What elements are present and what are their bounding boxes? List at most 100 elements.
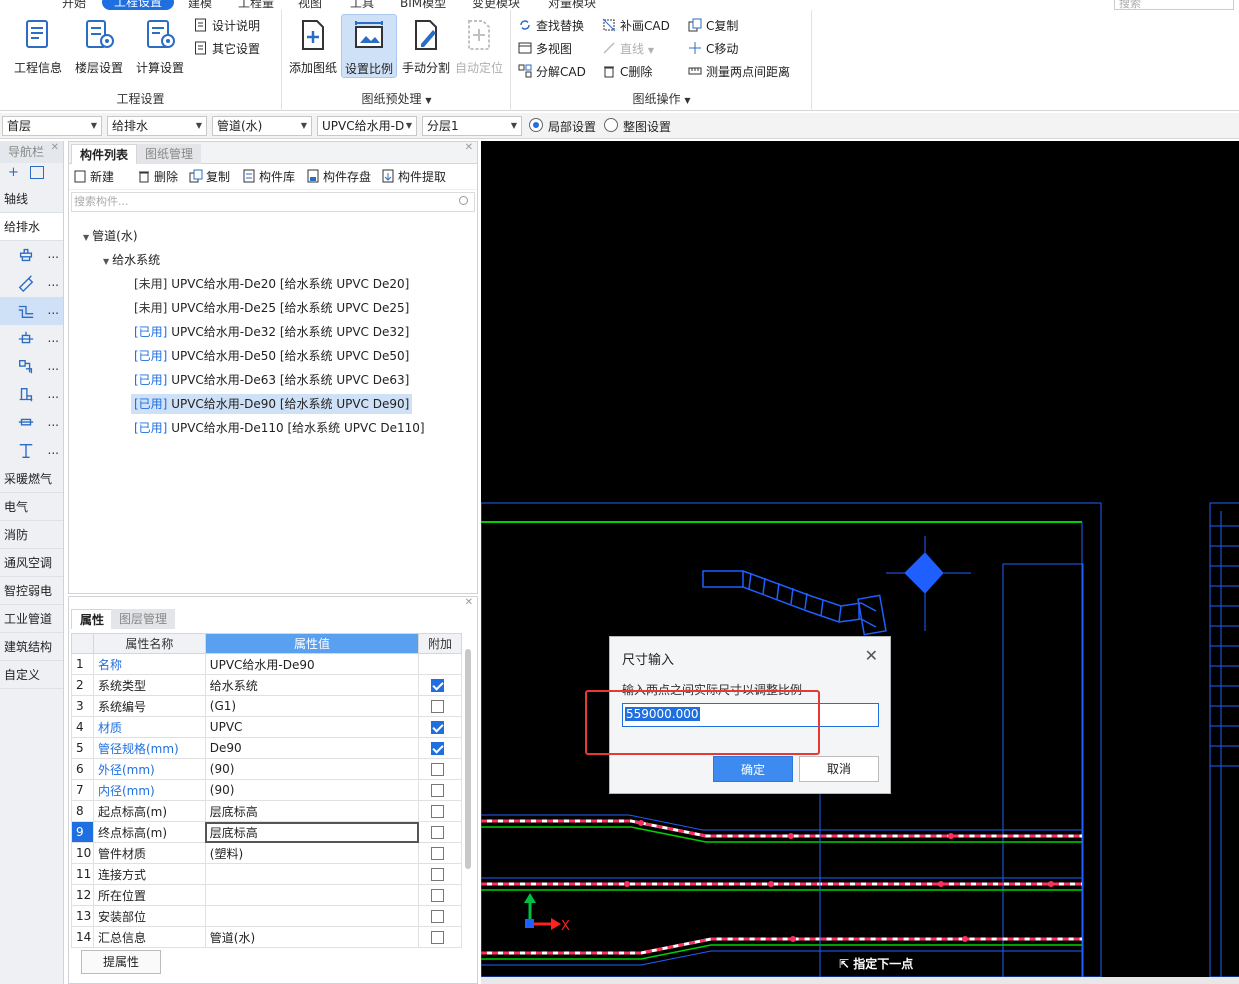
extra-checkbox[interactable] [431, 784, 445, 797]
more-icon[interactable]: ... [48, 331, 59, 345]
project-info-button[interactable]: 工程信息 [10, 14, 66, 78]
property-row[interactable]: 3 系统编号 (G1) [71, 695, 462, 717]
cancel-button[interactable]: 取消 [799, 756, 879, 782]
tab-drawing-management[interactable]: 图纸管理 [137, 144, 202, 164]
other-settings-button[interactable]: 其它设置 [194, 39, 260, 59]
new-component-button[interactable]: 新建 [73, 168, 114, 185]
group-label-drawing-preprocess[interactable]: 图纸预处理 ▼ [283, 90, 510, 107]
expand-icon[interactable]: ▼ [103, 257, 109, 266]
multi-view-button[interactable]: 多视图 [518, 39, 572, 59]
nav-category-2[interactable]: 消防 [0, 521, 63, 549]
nav-category-5[interactable]: 工业管道 [0, 605, 63, 633]
nav-category-plumbing[interactable]: 给排水 [0, 213, 63, 241]
property-row[interactable]: 6 外径(mm) (90) [71, 758, 462, 780]
property-value[interactable]: UPVC [204, 716, 420, 738]
tab-project-settings[interactable]: 工程设置 [102, 0, 175, 10]
tree-node-water-system[interactable]: ▼ 给水系统 [103, 250, 160, 270]
discipline-select[interactable]: 给排水 ▼ [107, 116, 207, 136]
extra-checkbox[interactable] [431, 700, 445, 713]
line-button[interactable]: 直线 ▼ [602, 39, 654, 59]
extra-checkbox[interactable] [431, 868, 445, 881]
extract-component-button[interactable]: 构件提取 [381, 168, 446, 185]
property-value[interactable]: De90 [204, 737, 420, 759]
global-search-input[interactable]: 搜索 [1114, 0, 1234, 10]
type-select[interactable]: 管道(水) ▼ [212, 116, 312, 136]
extra-checkbox[interactable] [431, 805, 445, 818]
calc-settings-button[interactable]: 计算设置 [132, 14, 188, 78]
tab-quantity[interactable]: 工程量 [238, 0, 274, 10]
component-list-item[interactable]: [已用] UPVC给水用-De90 [给水系统 UPVC De90] [131, 394, 413, 414]
tab-view[interactable]: 视图 [298, 0, 322, 10]
edit-icon[interactable] [30, 166, 44, 179]
auto-locate-button[interactable]: 自动定位 [451, 14, 507, 78]
expand-icon[interactable]: ▼ [83, 233, 89, 242]
add-drawing-button[interactable]: 添加图纸 [285, 14, 341, 78]
property-value[interactable]: (塑料) [204, 842, 420, 864]
redraw-cad-button[interactable]: 补画CAD [602, 16, 670, 36]
component-list-item[interactable]: [已用] UPVC给水用-De32 [给水系统 UPVC De32] [131, 322, 412, 342]
tab-modeling[interactable]: 建模 [188, 0, 212, 10]
nav-category-7[interactable]: 自定义 [0, 661, 63, 689]
extra-checkbox[interactable] [431, 847, 445, 860]
tab-bim-model[interactable]: BIM模型 [400, 0, 446, 10]
component-select[interactable]: UPVC给水用-D ▼ [317, 116, 417, 136]
extra-checkbox[interactable] [431, 910, 445, 923]
more-icon[interactable]: ... [48, 303, 59, 317]
property-row[interactable]: 11 连接方式 [71, 863, 462, 885]
nav-category-0[interactable]: 采暖燃气 [0, 465, 63, 493]
property-value[interactable]: (G1) [204, 695, 420, 717]
nav-item-valve[interactable]: ... [0, 325, 63, 353]
tab-tools[interactable]: 工具 [350, 0, 374, 10]
ok-button[interactable]: 确定 [713, 756, 793, 782]
property-scrollbar[interactable] [465, 649, 471, 869]
close-icon[interactable]: ✕ [51, 137, 59, 159]
floor-select[interactable]: 首层 ▼ [2, 116, 102, 136]
extra-checkbox[interactable] [431, 931, 445, 944]
local-settings-radio[interactable] [529, 118, 543, 132]
more-icon[interactable]: ... [48, 247, 59, 261]
more-icon[interactable]: ... [48, 415, 59, 429]
property-value[interactable] [204, 905, 420, 927]
property-row[interactable]: 13 安装部位 [71, 905, 462, 927]
property-row[interactable]: 9 终点标高(m) 层底标高 [71, 821, 462, 843]
property-row[interactable]: 5 管径规格(mm) De90 [71, 737, 462, 759]
nav-item-equipment[interactable]: ... [0, 381, 63, 409]
property-row[interactable]: 10 管件材质 (塑料) [71, 842, 462, 864]
close-icon[interactable]: ✕ [465, 597, 473, 608]
tab-component-list[interactable]: 构件列表 [71, 144, 138, 164]
copy-component-button[interactable]: 复制 [189, 168, 230, 185]
nav-item-pipe[interactable]: ... [0, 297, 63, 325]
more-icon[interactable]: ... [48, 387, 59, 401]
property-row[interactable]: 14 汇总信息 管道(水) [71, 926, 462, 948]
extract-properties-button[interactable]: 提属性 [81, 950, 161, 974]
component-list-item[interactable]: [已用] UPVC给水用-De110 [给水系统 UPVC De110] [131, 418, 428, 438]
property-value[interactable]: 管道(水) [204, 926, 420, 948]
nav-category-axis[interactable]: 轴线 [0, 185, 63, 213]
property-value[interactable]: 给水系统 [204, 674, 420, 696]
nav-item-connector[interactable]: ... [0, 409, 63, 437]
tree-node-pipe[interactable]: ▼ 管道(水) [83, 226, 138, 246]
more-icon[interactable]: ... [48, 359, 59, 373]
manual-split-button[interactable]: 手动分割 [398, 14, 454, 78]
nav-item-faucet[interactable]: ... [0, 241, 63, 269]
property-value[interactable]: (90) [204, 758, 420, 780]
extra-checkbox[interactable] [431, 721, 445, 734]
floor-settings-button[interactable]: 楼层设置 [71, 14, 127, 78]
close-icon[interactable]: ✕ [465, 142, 473, 153]
component-list-item[interactable]: [未用] UPVC给水用-De20 [给水系统 UPVC De20] [131, 274, 412, 294]
property-row[interactable]: 4 材质 UPVC [71, 716, 462, 738]
component-library-button[interactable]: 构件库 [242, 168, 295, 185]
cad-delete-button[interactable]: C删除 [602, 62, 652, 82]
property-row[interactable]: 1 名称 UPVC给水用-De90 [71, 653, 462, 675]
delete-component-button[interactable]: 删除 [137, 168, 178, 185]
property-value[interactable]: 层底标高 [204, 821, 420, 843]
nav-category-6[interactable]: 建筑结构 [0, 633, 63, 661]
nav-category-1[interactable]: 电气 [0, 493, 63, 521]
save-component-button[interactable]: 构件存盘 [306, 168, 371, 185]
component-list-item[interactable]: [已用] UPVC给水用-De50 [给水系统 UPVC De50] [131, 346, 412, 366]
extra-checkbox[interactable] [431, 679, 445, 692]
measure-distance-button[interactable]: 测量两点间距离 [688, 62, 790, 82]
property-value[interactable]: (90) [204, 779, 420, 801]
property-row[interactable]: 8 起点标高(m) 层底标高 [71, 800, 462, 822]
nav-category-3[interactable]: 通风空调 [0, 549, 63, 577]
